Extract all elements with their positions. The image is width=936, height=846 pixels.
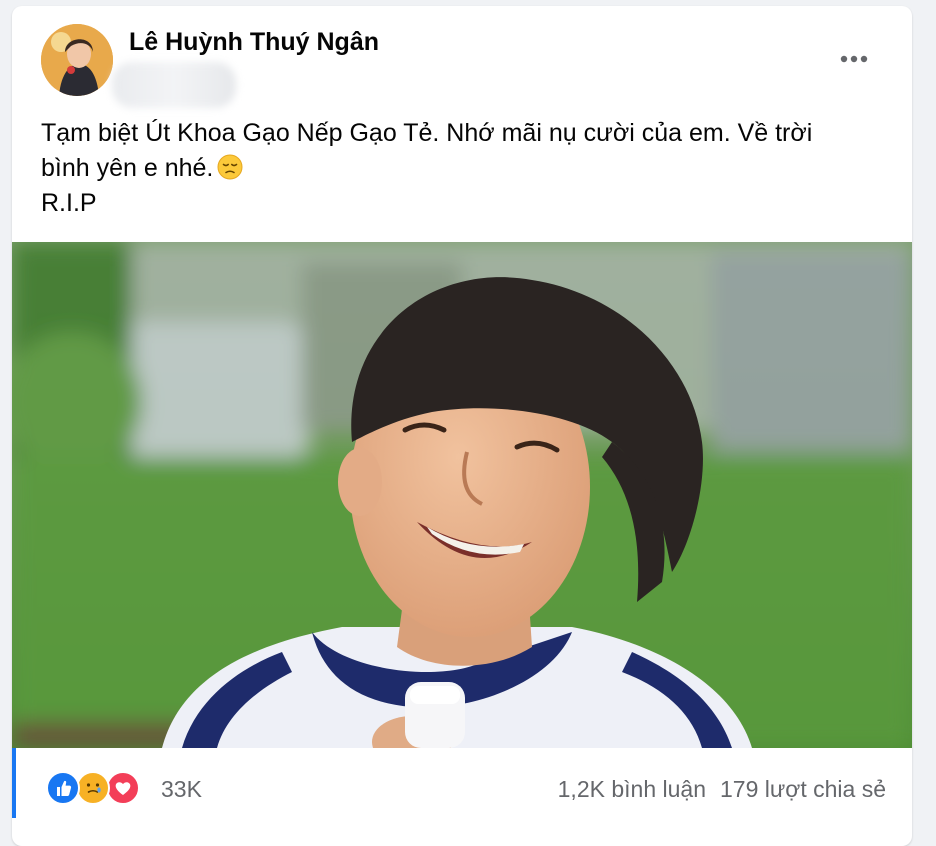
post-footer: 33K 1,2K bình luận 179 lượt chia sẻ xyxy=(12,748,912,818)
post-card: Lê Huỳnh Thuý Ngân Tạm biệt Út Khoa Gạo … xyxy=(12,6,912,846)
post-text-line: bình yên e nhé. xyxy=(41,151,891,186)
author-name[interactable]: Lê Huỳnh Thuý Ngân xyxy=(129,28,379,57)
engagement-stats: 1,2K bình luận 179 lượt chia sẻ xyxy=(558,776,886,803)
post-text-line: R.I.P xyxy=(41,189,97,217)
more-options-icon[interactable] xyxy=(834,44,874,74)
post-text-line: Tạm biệt Út Khoa Gạo Nếp Gạo Tẻ. Nhớ mãi… xyxy=(41,119,813,147)
post-message: Tạm biệt Út Khoa Gạo Nếp Gạo Tẻ. Nhớ mãi… xyxy=(41,116,891,221)
post-photo[interactable] xyxy=(12,242,912,748)
author-avatar[interactable] xyxy=(41,24,113,96)
share-count-link[interactable]: 179 lượt chia sẻ xyxy=(720,776,886,802)
reaction-summary[interactable] xyxy=(46,771,148,807)
like-icon xyxy=(46,771,80,805)
love-icon xyxy=(106,771,140,805)
disappointed-face-icon xyxy=(217,154,243,180)
post-meta-blurred xyxy=(112,62,236,108)
comment-count-link[interactable]: 1,2K bình luận xyxy=(558,776,706,802)
post-header: Lê Huỳnh Thuý Ngân xyxy=(12,6,912,108)
reaction-count[interactable]: 33K xyxy=(161,776,202,803)
care-icon xyxy=(76,771,110,805)
